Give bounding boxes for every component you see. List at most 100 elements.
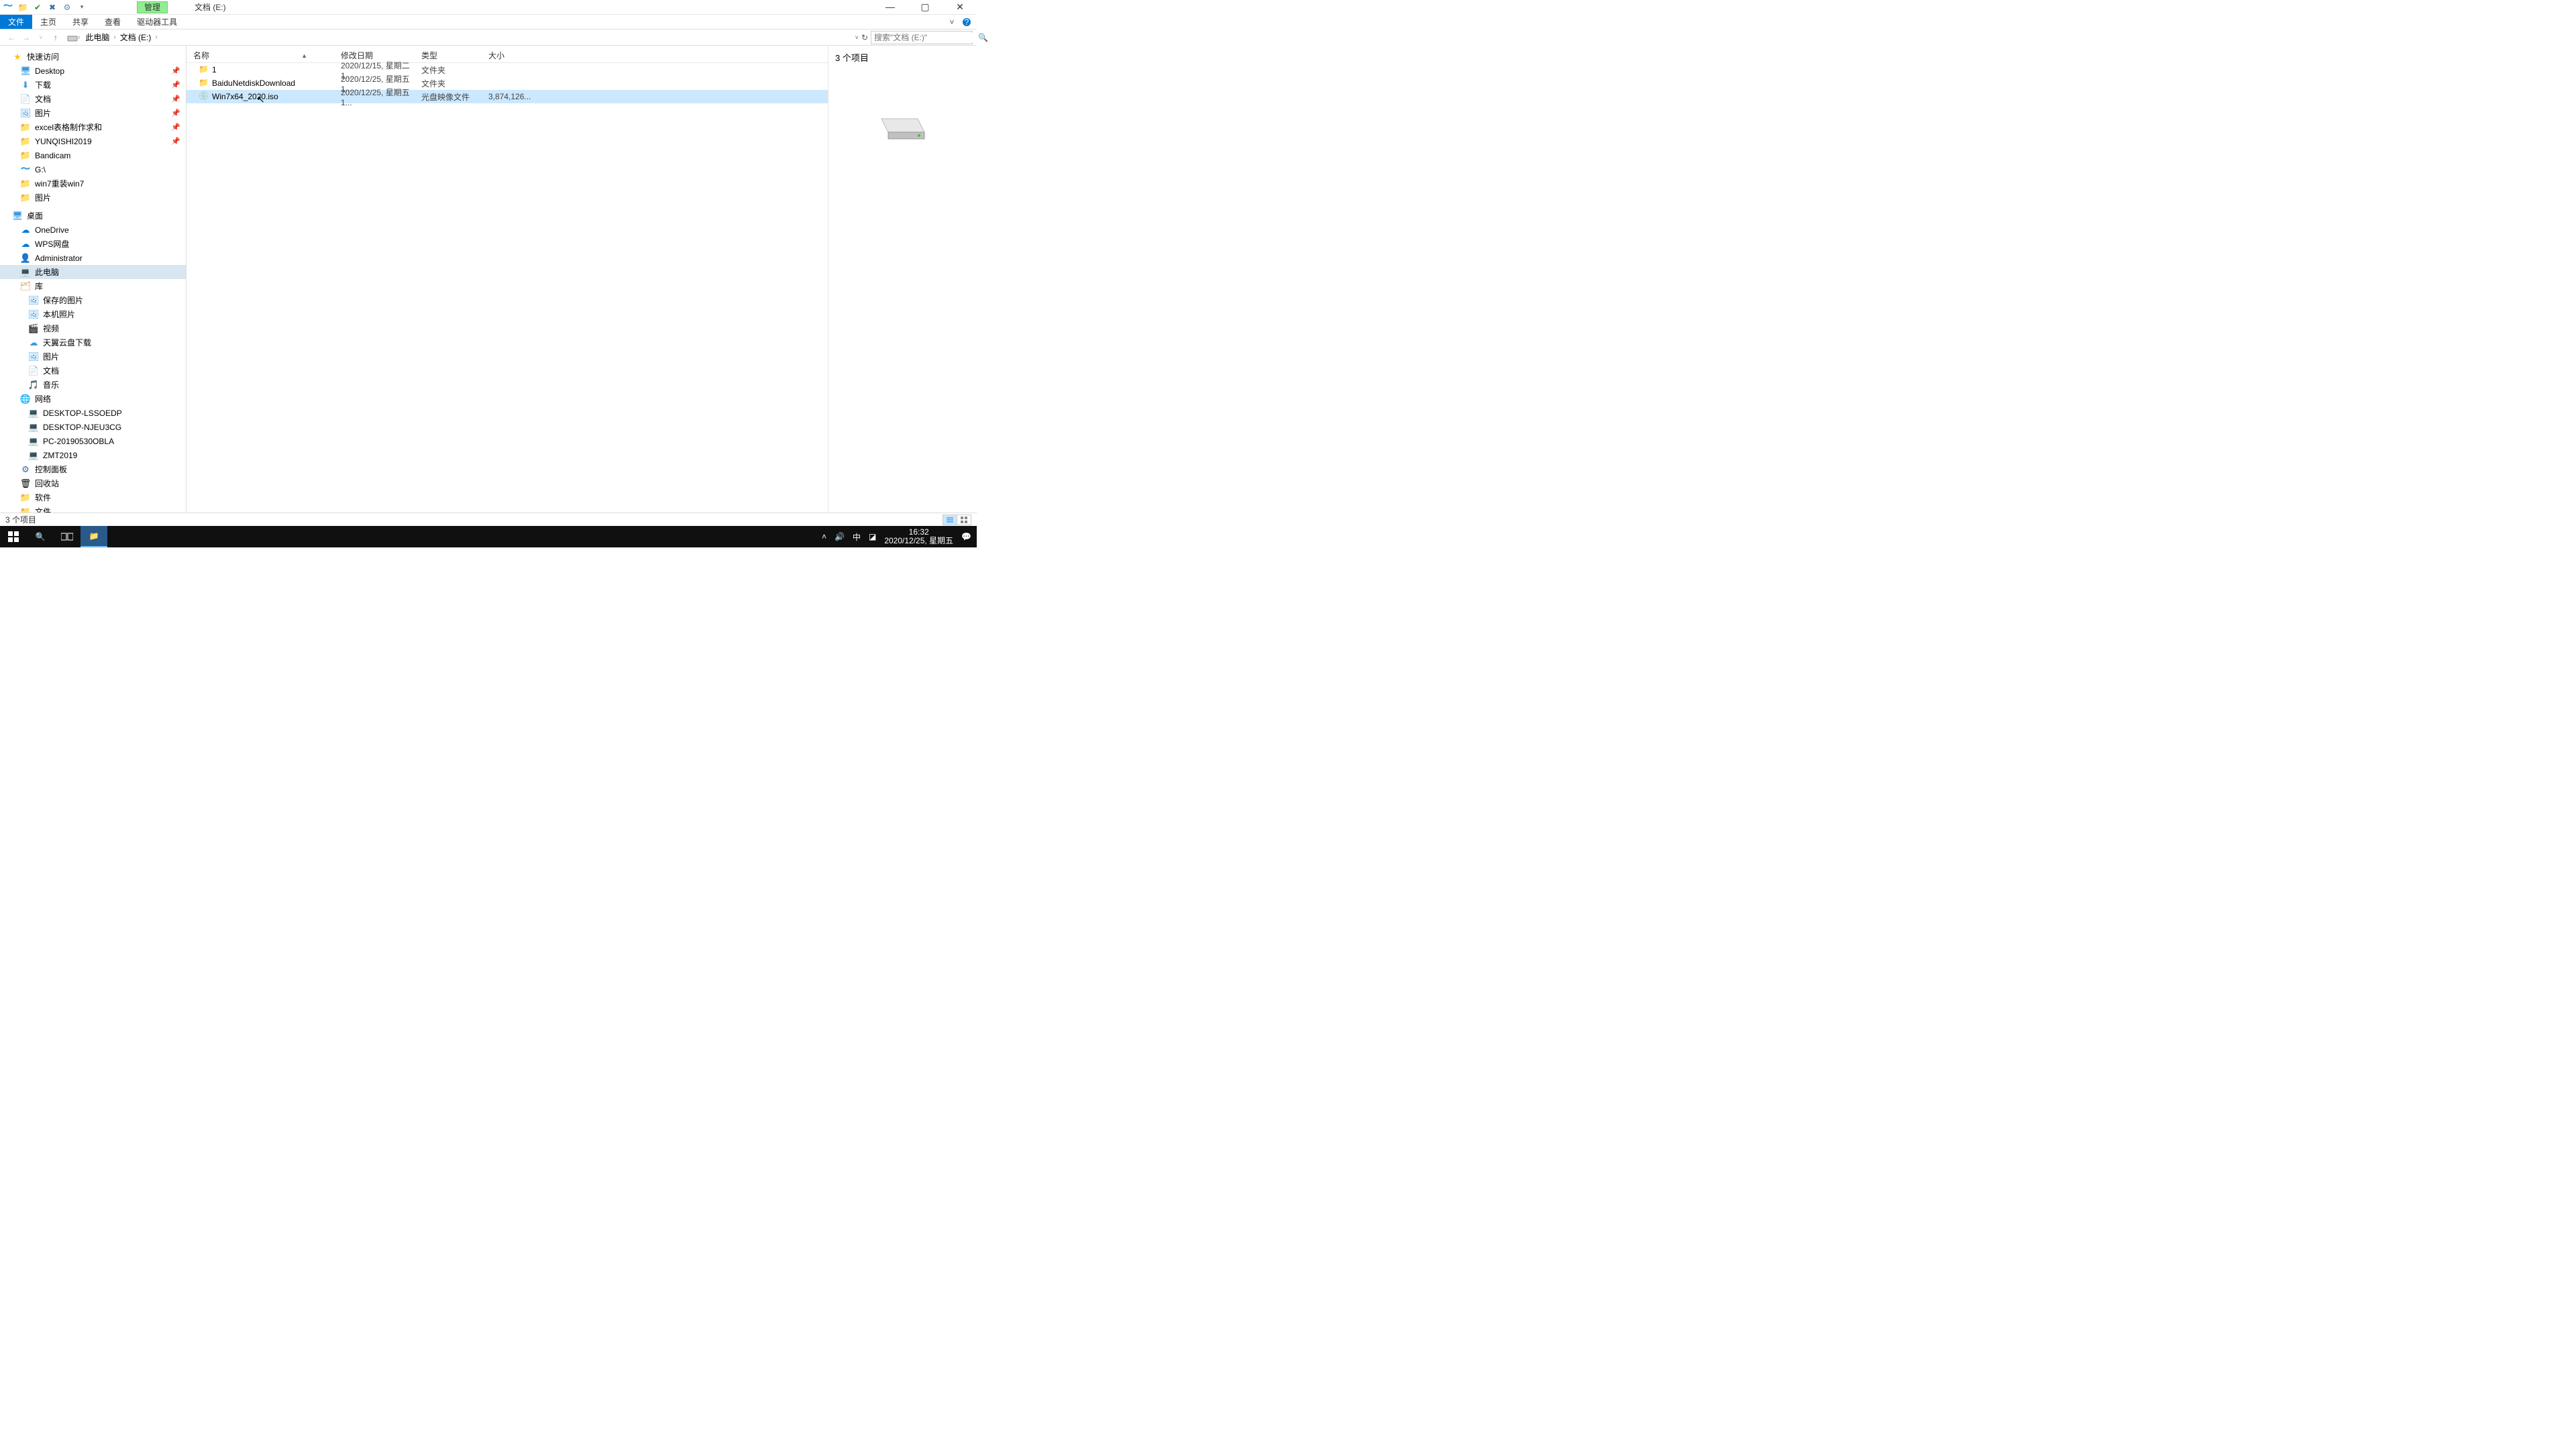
iso-file-icon: 💿 xyxy=(199,91,209,102)
sidebar-administrator[interactable]: 👤Administrator xyxy=(0,251,186,265)
sidebar-bandicam[interactable]: 📁Bandicam xyxy=(0,148,186,162)
sidebar-pictures[interactable]: 🖼图片📌 xyxy=(0,106,186,120)
minimize-button[interactable]: — xyxy=(880,1,900,13)
sidebar-downloads[interactable]: ⬇下载📌 xyxy=(0,78,186,92)
search-button[interactable]: 🔍 xyxy=(27,526,54,547)
file-size: 3,874,126... xyxy=(488,92,529,101)
column-type[interactable]: 类型 xyxy=(415,50,482,61)
tab-home[interactable]: 主页 xyxy=(32,15,64,29)
sidebar-win7[interactable]: 📁win7重装win7 xyxy=(0,176,186,191)
sidebar-music[interactable]: 🎵音乐 xyxy=(0,378,186,392)
pin-icon: 📌 xyxy=(171,137,180,146)
breadcrumb-sep[interactable]: › xyxy=(78,34,80,41)
sidebar-label: 视频 xyxy=(43,323,59,334)
column-name[interactable]: 名称▲ xyxy=(186,50,334,61)
help-icon[interactable]: ? xyxy=(961,16,973,28)
sidebar-onedrive[interactable]: ☁OneDrive xyxy=(0,223,186,237)
sidebar-desktop[interactable]: 🖥Desktop📌 xyxy=(0,64,186,78)
folder-icon[interactable]: 📁 xyxy=(17,2,28,13)
file-row[interactable]: 📁 BaiduNetdiskDownload 2020/12/25, 星期五 1… xyxy=(186,76,828,90)
details-view-button[interactable] xyxy=(943,515,957,525)
sidebar-lib-documents[interactable]: 📄文档 xyxy=(0,364,186,378)
back-button[interactable]: ← xyxy=(4,33,19,42)
dropdown-icon[interactable]: ▾ xyxy=(76,2,87,13)
ribbon: 文件 主页 共享 查看 驱动器工具 ˅ ? xyxy=(0,15,977,30)
sidebar-libraries[interactable]: 🗂库 xyxy=(0,279,186,293)
tab-file[interactable]: 文件 xyxy=(0,15,32,29)
sidebar-label: 保存的图片 xyxy=(43,294,83,306)
sidebar-tianyi[interactable]: ☁天翼云盘下载 xyxy=(0,335,186,350)
tab-drive-tools[interactable]: 驱动器工具 xyxy=(129,15,185,29)
sidebar-label: WPS网盘 xyxy=(35,238,69,250)
sidebar-desktop-root[interactable]: 🖥桌面 xyxy=(0,209,186,223)
up-button[interactable]: ↑ xyxy=(48,33,63,42)
control-panel-icon: ⚙ xyxy=(20,464,31,475)
history-dropdown[interactable]: ˅ xyxy=(34,34,48,41)
file-row[interactable]: 📁 1 2020/12/15, 星期二 1... 文件夹 xyxy=(186,63,828,76)
breadcrumb-sep[interactable]: › xyxy=(155,34,157,41)
pc-icon: 💻 xyxy=(28,450,39,461)
pin-icon: 📌 xyxy=(171,109,180,117)
sidebar-label: OneDrive xyxy=(35,225,69,235)
sidebar-label: 控制面板 xyxy=(35,464,67,475)
sidebar-label: 本机照片 xyxy=(43,309,75,320)
sidebar-files[interactable]: 📁文件 xyxy=(0,504,186,513)
action-center-icon[interactable]: 💬 xyxy=(961,532,971,541)
sidebar-control-panel[interactable]: ⚙ 控制面板 xyxy=(0,462,186,476)
sidebar-pictures2[interactable]: 📁图片 xyxy=(0,191,186,205)
column-size[interactable]: 大小 xyxy=(482,50,522,61)
sidebar-saved-pictures[interactable]: 🖼保存的图片 xyxy=(0,293,186,307)
sidebar-net-pc2[interactable]: 💻DESKTOP-NJEU3CG xyxy=(0,420,186,434)
sidebar-this-pc[interactable]: 💻此电脑 xyxy=(0,265,186,279)
checkmark-icon[interactable]: ✔ xyxy=(32,2,43,13)
search-input[interactable] xyxy=(874,33,978,42)
volume-icon[interactable]: 🔊 xyxy=(835,532,845,541)
close-button[interactable]: ✕ xyxy=(950,1,970,13)
refresh-icon[interactable]: ↻ xyxy=(861,33,868,42)
file-explorer-button[interactable]: 📁 xyxy=(80,526,107,547)
maximize-button[interactable]: ▢ xyxy=(915,1,935,13)
sidebar-recycle-bin[interactable]: 🗑回收站 xyxy=(0,476,186,490)
sidebar-videos[interactable]: 🎬视频 xyxy=(0,321,186,335)
sidebar-label: 图片 xyxy=(35,192,51,203)
breadcrumb-sep[interactable]: › xyxy=(113,34,115,41)
tray-app-icon[interactable]: ◪ xyxy=(869,532,876,541)
start-button[interactable] xyxy=(0,526,27,547)
breadcrumb-drive[interactable]: 文档 (E:) xyxy=(117,32,154,43)
ime-indicator[interactable]: 中 xyxy=(853,531,861,543)
context-tab-manage[interactable]: 管理 xyxy=(137,1,168,13)
sidebar-excel-folder[interactable]: 📁excel表格制作求和📌 xyxy=(0,120,186,134)
sidebar-quick-access[interactable]: ★快速访问 xyxy=(0,50,186,64)
sidebar-network[interactable]: 🌐网络 xyxy=(0,392,186,406)
close-icon[interactable]: ✖ xyxy=(47,2,58,13)
search-icon[interactable]: 🔍 xyxy=(978,33,988,42)
sidebar-lib-pictures[interactable]: 🖼图片 xyxy=(0,350,186,364)
sidebar-camera-roll[interactable]: 🖼本机照片 xyxy=(0,307,186,321)
sidebar-net-pc4[interactable]: 💻 ZMT2019 xyxy=(0,448,186,462)
sidebar-g-drive[interactable]: G:\ xyxy=(0,162,186,176)
search-box[interactable]: 🔍 xyxy=(871,31,973,44)
main-area: 名称▲ 修改日期 类型 大小 📁 1 2020/12/15, 星期二 1... … xyxy=(186,46,977,513)
gear-icon[interactable]: ⚙ xyxy=(62,2,72,13)
sidebar-documents[interactable]: 📄文档📌 xyxy=(0,92,186,106)
sidebar-label: YUNQISHI2019 xyxy=(35,137,92,146)
tab-share[interactable]: 共享 xyxy=(64,15,97,29)
context-tab-strip: 管理 文档 (E:) xyxy=(137,0,226,14)
tray-chevron-icon[interactable]: ˄ xyxy=(822,532,826,541)
file-row[interactable]: 💿 Win7x64_2020.iso 2020/12/25, 星期五 1... … xyxy=(186,90,828,103)
tab-view[interactable]: 查看 xyxy=(97,15,129,29)
sidebar-software[interactable]: 📁软件 xyxy=(0,490,186,504)
sidebar-net-pc3[interactable]: 💻PC-20190530OBLA xyxy=(0,434,186,448)
sidebar-yunqishi[interactable]: 📁YUNQISHI2019📌 xyxy=(0,134,186,148)
task-view-button[interactable] xyxy=(54,526,80,547)
sidebar-label: ZMT2019 xyxy=(43,451,77,460)
expand-ribbon-icon[interactable]: ˅ xyxy=(946,16,958,28)
user-icon: 👤 xyxy=(20,253,31,264)
icons-view-button[interactable] xyxy=(957,515,971,525)
breadcrumb-this-pc[interactable]: 此电脑 xyxy=(83,32,112,43)
breadcrumb-dropdown-icon[interactable]: ˅ xyxy=(855,34,859,41)
clock[interactable]: 16:32 2020/12/25, 星期五 xyxy=(884,528,953,545)
sidebar-net-pc1[interactable]: 💻DESKTOP-LSSOEDP xyxy=(0,406,186,420)
forward-button[interactable]: → xyxy=(19,33,34,42)
sidebar-wps[interactable]: ☁WPS网盘 xyxy=(0,237,186,251)
